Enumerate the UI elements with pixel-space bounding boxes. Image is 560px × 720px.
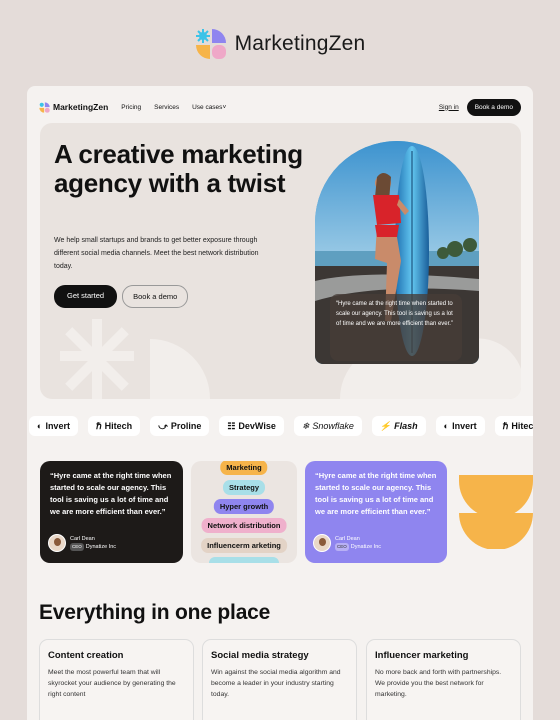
section-title: Everything in one place xyxy=(39,601,271,624)
hero-section: A creative marketing agency with a twist… xyxy=(40,123,521,399)
nav-demo-button[interactable]: Book a demo xyxy=(466,98,521,116)
proline-icon: ⤻ xyxy=(158,420,168,431)
author-company: Dynatize Inc xyxy=(350,544,382,550)
brand-logo-icon xyxy=(195,29,226,59)
logo-label: Hitech xyxy=(511,421,533,431)
logo-icon xyxy=(39,101,50,113)
get-started-button[interactable]: Get started xyxy=(54,285,118,308)
brand-header: MarketingZen xyxy=(0,28,560,60)
hitech-icon: ℏ xyxy=(95,420,102,431)
logo-label: DevWise xyxy=(238,421,276,431)
feature-text: Meet the most powerful team that will sk… xyxy=(48,669,176,698)
client-logos: ◐ Invert ℏ Hitech ⤻ Proline ☷ DevWise ❄ Snowf… xyxy=(27,416,533,438)
hero-image-arch: “Hyre came at the right time when starte… xyxy=(315,141,479,364)
role-badge: CEO xyxy=(70,543,84,551)
signin-link[interactable]: Sign in xyxy=(439,104,459,111)
author-info: Carl Dean CEO Dynatize Inc xyxy=(70,535,116,551)
feature-text: No more back and forth with partnerships… xyxy=(375,669,502,698)
feature-text: Win against the social media algorithm a… xyxy=(211,669,341,698)
hitech-icon: ℏ xyxy=(502,420,509,431)
flash-icon: ⚡ xyxy=(379,420,392,431)
role-badge: CEO xyxy=(335,543,349,551)
author-name: Carl Dean xyxy=(70,536,95,542)
hero-cta-group: Get started Book a demo xyxy=(54,285,189,308)
devwise-icon: ☷ xyxy=(227,420,236,431)
invert-icon: ◐ xyxy=(37,421,43,431)
testimonial-card-purple: “Hyre came at the right time when starte… xyxy=(305,461,447,563)
logo-label: Invert xyxy=(452,421,477,431)
author-company: Dynatize Inc xyxy=(85,544,117,550)
nav-link-services[interactable]: Services xyxy=(154,104,179,111)
nav-link-use-cases-label: Use cases xyxy=(192,103,223,111)
logo-label: Invert xyxy=(45,421,70,431)
hero-headline: A creative marketing agency with a twist xyxy=(54,139,303,198)
logo-devwise: ☷ DevWise xyxy=(219,416,284,436)
tag-influencer-marketing: Influencerm arketing xyxy=(201,538,287,553)
tag-strategy: Strategy xyxy=(222,480,266,495)
avatar xyxy=(48,534,66,552)
book-demo-button[interactable]: Book a demo xyxy=(122,285,189,308)
tag-hyper-growth: Hyper growth xyxy=(213,499,275,514)
nav-logo[interactable]: MarketingZen xyxy=(39,101,109,113)
feature-title: Social media strategy xyxy=(211,650,309,661)
website-frame: MarketingZen Pricing Services Use cases˅… xyxy=(27,86,533,720)
logo-label: Snowflake xyxy=(312,421,354,431)
feature-card-content-creation: Content creation Meet the most powerful … xyxy=(39,639,194,720)
feature-card-social-media: Social media strategy Win against the so… xyxy=(202,639,357,720)
hero-quote: “Hyre came at the right time when starte… xyxy=(330,294,462,361)
top-nav: MarketingZen Pricing Services Use cases˅… xyxy=(39,98,521,116)
invert-icon: ◐ xyxy=(443,421,450,431)
testimonial-card-dark: “Hyre came at the right time when starte… xyxy=(40,461,183,563)
nav-logo-text: MarketingZen xyxy=(53,102,109,112)
nav-link-use-cases[interactable]: Use cases˅ xyxy=(192,104,226,111)
testimonial-cards: “Hyre came at the right time when starte… xyxy=(40,461,533,563)
logo-invert-2: ◐ Invert xyxy=(435,416,485,436)
logo-invert: ◐ Invert xyxy=(29,416,78,436)
author-name: Carl Dean xyxy=(335,536,360,542)
logo-flash: ⚡ Flash xyxy=(371,416,426,436)
feature-card-influencer: Influencer marketing No more back and fo… xyxy=(366,639,521,720)
testimonial-author: Carl Dean CEO Dynatize Inc xyxy=(313,534,381,552)
nav-link-pricing[interactable]: Pricing xyxy=(121,104,141,111)
logo-label: Hitech xyxy=(104,421,133,431)
testimonial-quote: “Hyre came at the right time when starte… xyxy=(315,471,437,516)
tags-card: Marketing Strategy Hyper growth Network … xyxy=(191,461,297,563)
logo-hitech: ℏ Hitech xyxy=(87,416,141,436)
feature-title: Content creation xyxy=(48,650,124,661)
logo-label: Proline xyxy=(170,421,202,431)
testimonial-author: Carl Dean CEO Dynatize Inc xyxy=(48,534,116,552)
orange-shape-icon xyxy=(459,475,533,549)
testimonial-quote: “Hyre came at the right time when starte… xyxy=(50,471,172,516)
avatar xyxy=(313,534,331,552)
author-role-row: CEO Dynatize Inc xyxy=(70,543,116,551)
brand-name: MarketingZen xyxy=(234,32,366,55)
logo-proline: ⤻ Proline xyxy=(150,416,210,436)
hero-subtext: We help small startups and brands to get… xyxy=(54,237,259,270)
author-info: Carl Dean CEO Dynatize Inc xyxy=(335,535,381,551)
nav-actions: Sign in Book a demo xyxy=(439,98,521,116)
nav-links: Pricing Services Use cases˅ xyxy=(121,104,226,111)
logo-hitech-2: ℏHitech xyxy=(494,416,533,436)
author-role-row: CEO Dynatize Inc xyxy=(335,543,381,551)
chevron-down-icon: ˅ xyxy=(222,103,227,111)
logo-snowflake: ❄ Snowflake xyxy=(293,416,362,436)
logo-label: Flash xyxy=(394,421,418,431)
tag-marketing: Marketing xyxy=(220,461,268,475)
tag-network-distribution: Network distribution xyxy=(201,518,287,533)
tag-partial xyxy=(209,557,279,563)
feature-title: Influencer marketing xyxy=(375,650,469,661)
snowflake-icon: ❄ xyxy=(301,420,310,431)
